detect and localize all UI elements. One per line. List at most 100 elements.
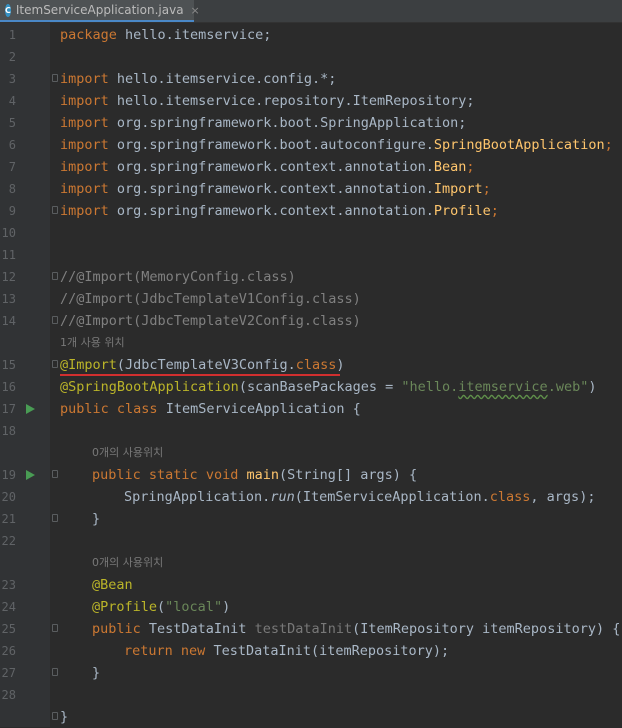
annotation: @SpringBootApplication (60, 379, 239, 395)
code-text: (String[] args) { (279, 467, 418, 483)
line-number: 11 (1, 248, 16, 262)
usage-hint[interactable]: 1개 사용 위치 (60, 332, 125, 354)
fold-marker-icon[interactable] (52, 316, 58, 324)
class-name: Bean (433, 159, 467, 175)
tab-item-service-application[interactable]: C ItemServiceApplication.java × (0, 0, 200, 22)
usage-hint[interactable]: 0개의 사용위치 (92, 552, 163, 574)
code-text: SpringApplication. (124, 489, 271, 505)
line-number: 18 (1, 424, 16, 438)
java-class-icon: C (5, 3, 11, 17)
code-text: org.springframework.context.annotation. (108, 159, 434, 175)
line-number: 13 (1, 292, 16, 306)
fold-marker-icon[interactable] (52, 712, 58, 720)
code-line-5: 5 import org.springframework.boot.Spring… (0, 112, 622, 134)
annotation: @Bean (92, 577, 133, 593)
keyword: import (60, 71, 109, 87)
code-text: TestDataInit (140, 621, 255, 637)
line-number: 23 (1, 578, 16, 592)
fold-marker-icon[interactable] (52, 74, 58, 82)
fold-marker-icon[interactable] (52, 624, 58, 632)
closing-brace: } (60, 709, 69, 725)
fold-marker-icon[interactable] (52, 514, 58, 522)
code-line-17: 17 public class ItemServiceApplication { (0, 398, 622, 420)
line-number: 8 (8, 182, 16, 196)
line-number: 26 (1, 644, 16, 658)
keyword: import (60, 93, 109, 109)
code-line-19: 19 public static void main(String[] args… (0, 464, 622, 486)
code-text: org.springframework.context.annotation. (108, 203, 434, 219)
line-number: 17 (1, 402, 16, 416)
keyword: public (60, 401, 109, 417)
code-line-14: 14 //@Import(JdbcTemplateV2Config.class) (0, 310, 622, 332)
code-line-21: 21 } (0, 508, 622, 530)
code-text: ItemServiceApplication { (157, 401, 361, 417)
closing-brace: } (92, 665, 101, 681)
code-line-22: 22 (0, 530, 622, 552)
inlay-hint-row: 0개의 사용위치 (0, 552, 622, 574)
code-line-8: 8 import org.springframework.context.ann… (0, 178, 622, 200)
code-text: org.springframework.context.annotation. (108, 181, 434, 197)
fold-marker-icon[interactable] (52, 470, 58, 478)
comment: //@Import(JdbcTemplateV1Config.class) (60, 291, 361, 307)
line-number: 6 (8, 138, 16, 152)
string: "hello. (401, 379, 459, 395)
tab-label: ItemServiceApplication.java (15, 3, 184, 17)
close-icon[interactable]: × (191, 4, 200, 17)
code-line-3: 3 import hello.itemservice.config.*; (0, 68, 622, 90)
line-number: 9 (8, 204, 16, 218)
line-number: 1 (8, 28, 16, 42)
code-text: org.springframework.boot.autoconfigure. (108, 137, 434, 153)
code-text: TestDataInit(itemRepository); (205, 643, 450, 659)
keyword: return (124, 643, 173, 659)
line-number: 19 (1, 468, 16, 482)
line-number: 27 (1, 666, 16, 680)
run-gutter-icon[interactable] (26, 470, 35, 480)
line-number: 25 (1, 622, 16, 636)
string: "local" (165, 599, 223, 615)
punct: ) (588, 379, 597, 395)
line-number: 15 (1, 358, 16, 372)
fold-marker-icon[interactable] (52, 360, 58, 368)
method-name: testDataInit (254, 621, 353, 637)
keyword: static (148, 467, 198, 483)
inlay-hint-row: 0개의 사용위치 (0, 442, 622, 464)
punct: ) (336, 357, 345, 373)
method-call: run (270, 489, 295, 505)
line-number: 21 (1, 512, 16, 526)
line-number: 20 (1, 490, 16, 504)
punct: ; (466, 159, 475, 175)
code-line-28: 28 (0, 684, 622, 706)
code-text: hello.itemservice.repository.ItemReposit… (108, 93, 475, 109)
string: .web" (547, 379, 589, 395)
code-line-23: 23 @Bean (0, 574, 622, 596)
fold-marker-icon[interactable] (52, 272, 58, 280)
keyword: public (92, 467, 141, 483)
keyword: import (60, 137, 109, 153)
line-number: 7 (8, 160, 16, 174)
code-editor[interactable]: 1 package hello.itemservice; 2 3 import … (0, 23, 622, 727)
keyword: class (489, 489, 531, 505)
line-number: 22 (1, 534, 16, 548)
code-text: (ItemRepository itemRepository) { (352, 621, 621, 637)
code-line-13: 13 //@Import(JdbcTemplateV1Config.class) (0, 288, 622, 310)
code-line-18: 18 (0, 420, 622, 442)
keyword: import (60, 115, 109, 131)
line-number: 5 (8, 116, 16, 130)
class-name: Profile (433, 203, 491, 219)
fold-marker-icon[interactable] (52, 668, 58, 676)
string: itemservice (458, 379, 548, 395)
annotation: @Profile (92, 599, 158, 615)
usage-hint[interactable]: 0개의 사용위치 (92, 442, 163, 464)
punct: ; (490, 203, 499, 219)
code-text: (ItemServiceApplication. (294, 489, 490, 505)
keyword: import (60, 181, 109, 197)
comment: //@Import(JdbcTemplateV2Config.class) (60, 313, 361, 329)
code-line-10: 10 (0, 222, 622, 244)
punct: ; (482, 181, 491, 197)
run-gutter-icon[interactable] (26, 404, 35, 414)
fold-marker-icon[interactable] (52, 206, 58, 214)
keyword: class (295, 357, 337, 373)
code-line-6: 6 import org.springframework.boot.autoco… (0, 134, 622, 156)
keyword: package (60, 27, 117, 43)
